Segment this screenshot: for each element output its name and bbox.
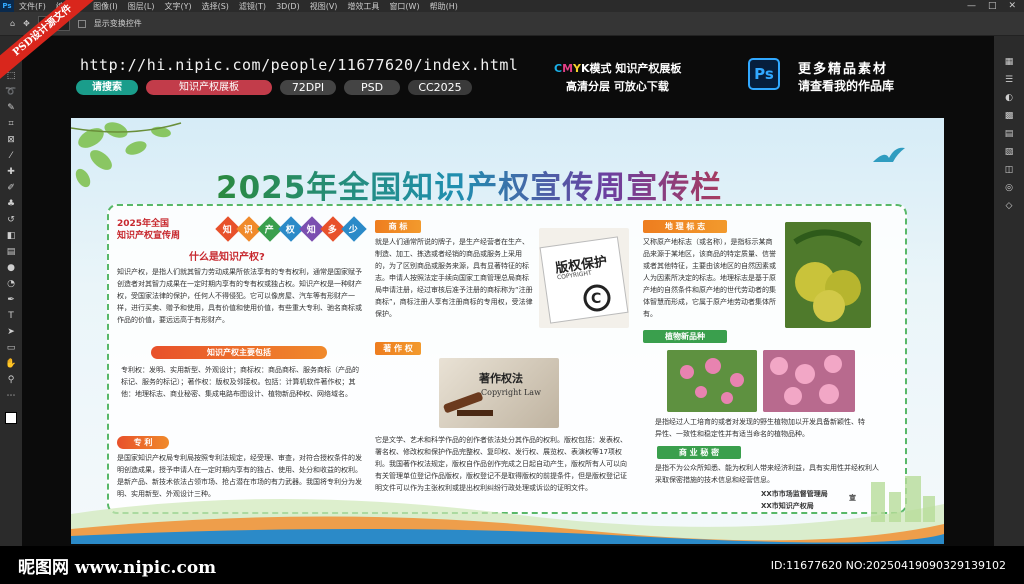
eyedropper-icon[interactable]: ⁄ (4, 150, 18, 162)
patent-heading: 专 利 (117, 436, 169, 449)
photoshop-logo-icon[interactable]: Ps (0, 0, 14, 12)
main-content-heading: 知识产权主要包括 (151, 346, 327, 359)
pink-flower-image-2 (763, 350, 855, 412)
menu-window[interactable]: 窗口(W) (384, 1, 424, 12)
menu-file[interactable]: 文件(F) (14, 1, 51, 12)
menu-filter[interactable]: 滤镜(T) (234, 1, 271, 12)
gradients-panel-icon[interactable]: ▤ (1002, 128, 1016, 140)
photoshop-window: Ps 文件(F) 编辑(E) 图像(I) 图层(L) 文字(Y) 选择(S) 滤… (0, 0, 1024, 584)
board-title: 2025年全国知识产权宣传周宣传栏 (216, 162, 816, 207)
history-panel-icon[interactable]: ▦ (1002, 56, 1016, 68)
layers-panel-icon[interactable]: ◫ (1002, 164, 1016, 176)
color-panel-icon[interactable]: ◐ (1002, 92, 1016, 104)
menu-image[interactable]: 图像(I) (88, 1, 123, 12)
stamp-icon[interactable]: ♣ (4, 198, 18, 210)
search-pill[interactable]: 请搜索 (76, 80, 138, 95)
copyright-notebook-image: C 版权保护 COPYRIGHT (539, 228, 629, 328)
menu-view[interactable]: 视图(V) (305, 1, 343, 12)
main-content-text: 专利权：发明、实用新型、外观设计；商标权：商品商标、服务商标（产品的标记、服务的… (121, 366, 359, 398)
week-title: 2025年全国 知识产权宣传周 (117, 219, 181, 241)
eraser-icon[interactable]: ◧ (4, 230, 18, 242)
menu-3d[interactable]: 3D(D) (271, 2, 305, 11)
format-pill: PSD (344, 80, 400, 95)
plant-variety-text: 是指经过人工培育的或者对发现的野生植物加以开发具备新颖性、特异性、一致性和稳定性… (655, 418, 865, 438)
menu-type[interactable]: 文字(Y) (159, 1, 196, 12)
properties-panel-icon[interactable]: ☰ (1002, 74, 1016, 86)
view-works-label: 请查看我的作品库 (798, 79, 895, 93)
image-id: ID:11677620 NO:20250419090329139102 (770, 558, 1006, 572)
show-transform-label: 显示变换控件 (93, 19, 142, 28)
dpi-pill: 72DPI (280, 80, 336, 95)
pink-flower-image-1 (667, 350, 757, 412)
nipic-brand: 昵图网 www.nipic.com (18, 557, 217, 578)
panel-dock: ▦ ☰ ◐ ▩ ▤ ▧ ◫ ◎ ◇ (994, 36, 1024, 546)
show-transform-checkbox[interactable] (77, 19, 86, 28)
hand-icon[interactable]: ✋ (4, 358, 18, 370)
dodge-icon[interactable]: ◔ (4, 278, 18, 290)
bird-icon (873, 147, 905, 162)
frame-icon[interactable]: ⊠ (4, 134, 18, 146)
bottom-wave-decoration (71, 476, 944, 544)
menu-layer[interactable]: 图层(L) (123, 1, 160, 12)
nipic-footer: 昵图网 www.nipic.com ID:11677620 NO:2025041… (0, 546, 1024, 584)
quick-select-icon[interactable]: ✎ (4, 102, 18, 114)
keyword-pill: 知识产权展板 (146, 80, 272, 95)
swatches-panel-icon[interactable]: ▩ (1002, 110, 1016, 122)
window-controls: — □ ✕ (967, 1, 1024, 11)
menu-help[interactable]: 帮助(H) (425, 1, 463, 12)
know-badge: 少 (341, 216, 367, 242)
pen-icon[interactable]: ✒ (4, 294, 18, 306)
poster-board: 2025年全国知识产权宣传周宣传栏 2025年全国 知识产权宣传周 知 识 产 … (71, 118, 944, 544)
know-more-badges: 知 识 产 权 知 多 少 (215, 216, 367, 242)
menu-bar: Ps 文件(F) 编辑(E) 图像(I) 图层(L) 文字(Y) 选择(S) 滤… (0, 0, 1024, 12)
zoom-icon[interactable]: ⚲ (4, 374, 18, 386)
plant-variety-heading: 植物新品种 (643, 330, 727, 343)
foreground-color-swatch[interactable] (5, 412, 17, 424)
blur-icon[interactable]: ● (4, 262, 18, 274)
lasso-icon[interactable]: ➰ (4, 86, 18, 98)
trade-secret-heading: 商 业 秘 密 (657, 446, 741, 459)
copyright-law-book-image: 著作权法 Copyright Law (439, 358, 559, 428)
maximize-icon[interactable]: □ (988, 1, 997, 11)
healing-icon[interactable]: ✚ (4, 166, 18, 178)
menu-select[interactable]: 选择(S) (197, 1, 234, 12)
trademark-heading: 商 标 (375, 220, 421, 233)
quality-label: 高清分层 可放心下载 (566, 80, 669, 93)
trademark-text: 就是人们通常所说的牌子，是生产经营者在生产、制造、加工、拣选或者经销的商品或服务… (375, 238, 533, 318)
tag-pills: 请搜索 知识产权展板 72DPI PSD CC2025 (76, 80, 472, 95)
pear-fruit-image (785, 222, 871, 328)
close-icon[interactable]: ✕ (1008, 1, 1016, 11)
green-leaves-decoration (71, 122, 182, 188)
path-select-icon[interactable]: ➤ (4, 326, 18, 338)
options-bar: ⌂ ✥ 图层 显示变换控件 (0, 12, 1024, 36)
home-icon[interactable]: ⌂ (10, 19, 15, 28)
brush-icon[interactable]: ✐ (4, 182, 18, 194)
tools-panel: ✥ ⬚ ➰ ✎ ⌗ ⊠ ⁄ ✚ ✐ ♣ ↺ ◧ ▤ ● ◔ ✒ T ➤ ▭ ✋ … (0, 36, 22, 546)
geo-indication-heading: 地 理 标 志 (643, 220, 727, 233)
cmyk-mode-label: CMYK模式 知识产权展板 (554, 62, 682, 75)
channels-panel-icon[interactable]: ◎ (1002, 182, 1016, 194)
copyright-heading: 著 作 权 (375, 342, 421, 355)
photoshop-badge-icon: Ps (748, 58, 780, 90)
svg-text:C: C (591, 291, 601, 307)
author-url: http://hi.nipic.com/people/11677620/inde… (80, 56, 519, 74)
patterns-panel-icon[interactable]: ▧ (1002, 146, 1016, 158)
move-tool-icon[interactable]: ✥ (23, 19, 30, 28)
ip-definition-text: 知识产权，是指人们就其智力劳动成果所依法享有的专有权利，通常是国家赋予创造者对其… (117, 268, 362, 324)
paths-panel-icon[interactable]: ◇ (1002, 200, 1016, 212)
geo-indication-text: 又称原产地标志（或名称），是指标示某商品来源于某地区，该商品的特定质量、信誉或者… (643, 238, 776, 318)
menu-plugins[interactable]: 增效工具 (342, 1, 384, 12)
minimize-icon[interactable]: — (967, 1, 976, 11)
history-brush-icon[interactable]: ↺ (4, 214, 18, 226)
version-pill: CC2025 (408, 80, 472, 95)
question-title: 什么是知识产权? (189, 252, 265, 263)
rectangle-icon[interactable]: ▭ (4, 342, 18, 354)
type-icon[interactable]: T (4, 310, 18, 322)
crop-icon[interactable]: ⌗ (4, 118, 18, 130)
more-material-label: 更多精品素材 (798, 62, 889, 77)
more-tools-icon[interactable]: ⋯ (4, 390, 18, 402)
gradient-icon[interactable]: ▤ (4, 246, 18, 258)
